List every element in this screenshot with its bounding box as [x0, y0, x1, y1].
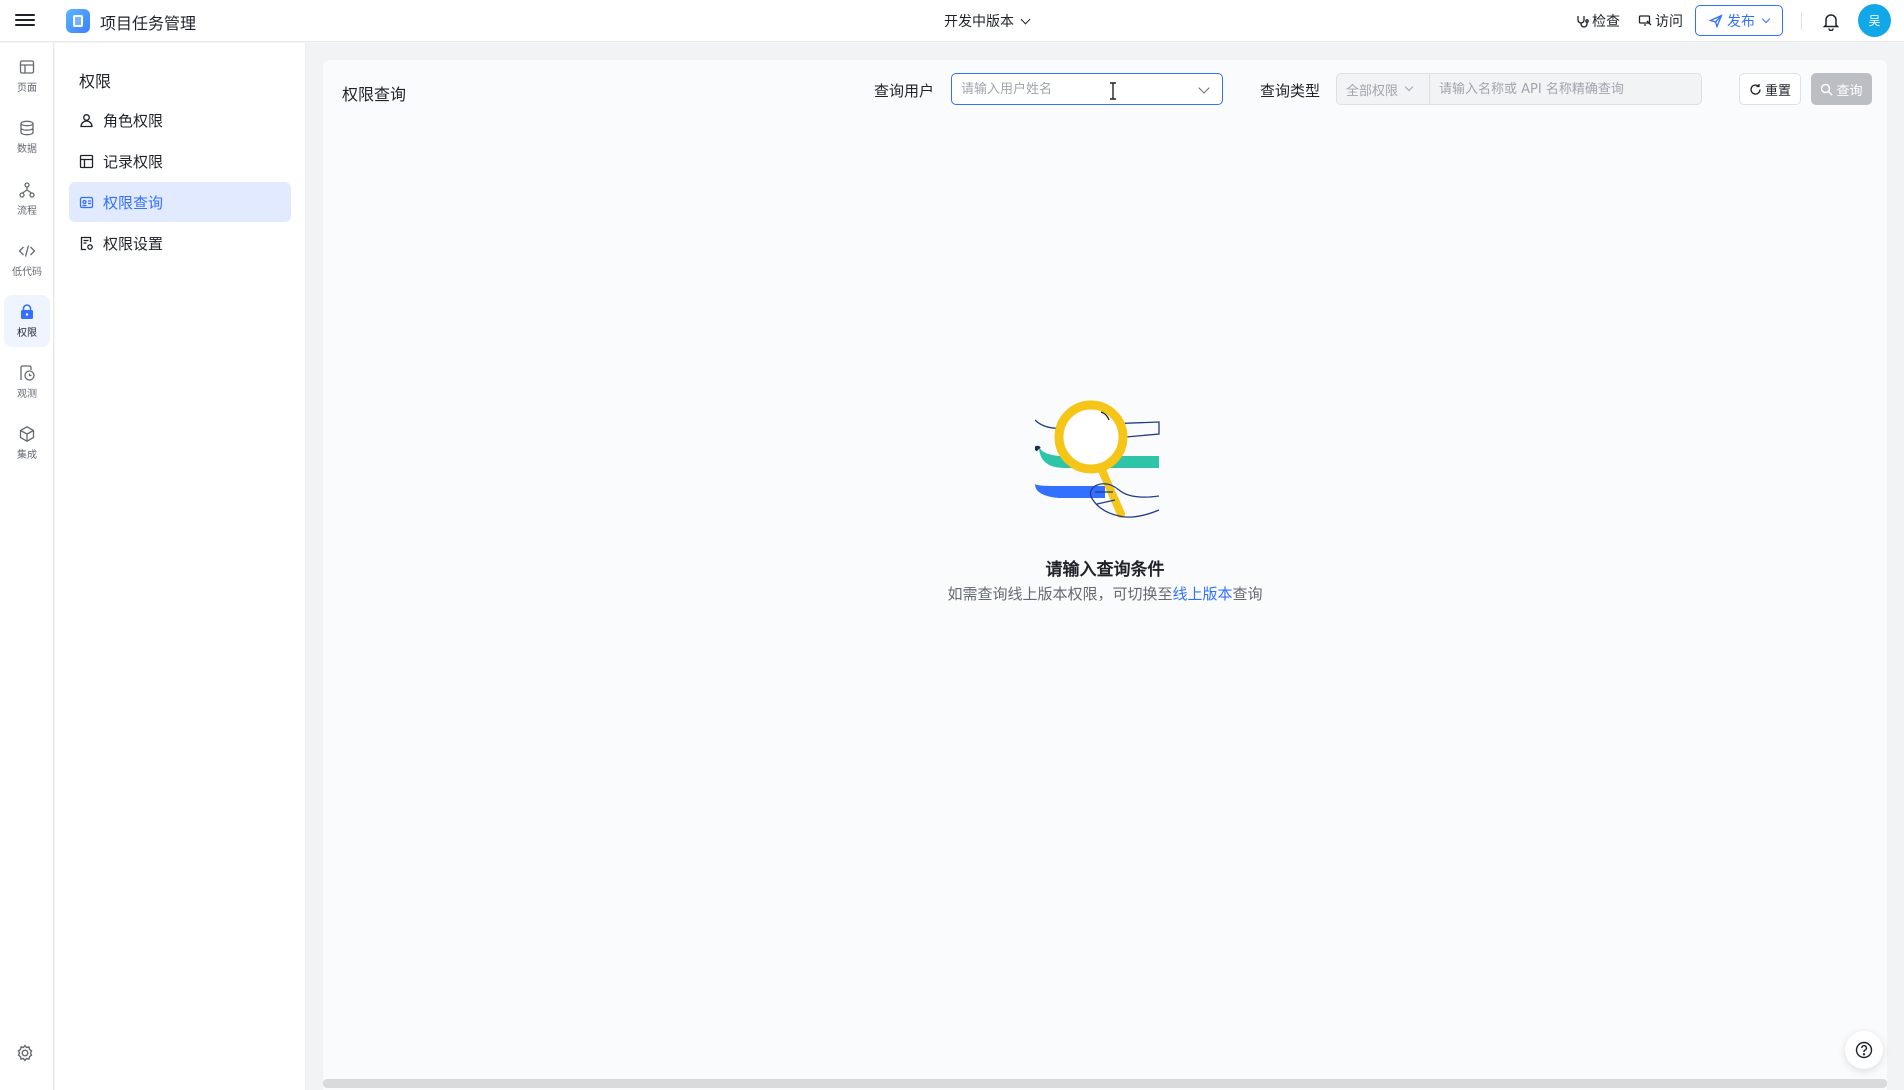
app-title: 项目任务管理 [100, 14, 197, 33]
visit-label: 访问 [1655, 14, 1683, 30]
monitor-icon [20, 365, 35, 381]
text-cursor-icon [1110, 82, 1116, 100]
type-select-value: 全部权限 [1346, 83, 1399, 99]
reset-button[interactable]: 重置 [1739, 73, 1801, 105]
rail-item-label: 权限 [17, 328, 37, 339]
permission-query-panel: 权限查询 查询用户 查询类型 全部权限 重置 查询 [323, 60, 1887, 1090]
publish-label: 发布 [1727, 13, 1755, 30]
left-rail: 页面 数据 流程 低代码 权限 观测 集成 [0, 43, 54, 1090]
subnav-item-label: 权限设置 [103, 234, 164, 253]
table-icon [79, 154, 94, 168]
page-title: 权限查询 [342, 85, 407, 104]
rail-item-label: 观测 [17, 389, 37, 400]
rail-item-label: 流程 [17, 206, 37, 217]
check-button[interactable]: 检查 [1575, 11, 1620, 31]
publish-button[interactable]: 发布 [1695, 5, 1783, 36]
subnav-item-label: 权限查询 [103, 193, 164, 212]
database-icon [20, 120, 34, 136]
subnav-item-role-permission[interactable]: 角色权限 [69, 100, 291, 140]
user-select[interactable] [951, 73, 1223, 105]
user-icon [80, 113, 93, 127]
rail-item-data[interactable]: 数据 [4, 111, 50, 163]
visit-icon [1638, 15, 1652, 26]
subnav-item-record-permission[interactable]: 记录权限 [69, 141, 291, 181]
reset-label: 重置 [1764, 83, 1791, 99]
rail-item-monitor[interactable]: 观测 [4, 356, 50, 408]
page-icon [19, 60, 35, 74]
subnav-title: 权限 [79, 72, 112, 91]
rail-item-label: 集成 [17, 450, 37, 461]
type-search-input[interactable] [1439, 81, 1701, 97]
rail-item-integration[interactable]: 集成 [4, 417, 50, 469]
help-button[interactable] [1845, 1031, 1883, 1069]
rail-item-flow[interactable]: 流程 [4, 173, 50, 225]
avatar[interactable]: 吴 [1858, 4, 1891, 37]
code-icon [18, 245, 36, 257]
rail-item-label: 页面 [17, 83, 37, 94]
type-search-field[interactable] [1430, 74, 1701, 104]
online-version-link[interactable]: 线上版本 [1172, 585, 1232, 603]
bell-icon[interactable] [1821, 11, 1841, 31]
query-type-group: 全部权限 [1336, 73, 1702, 105]
cube-icon [19, 426, 35, 442]
rail-item-lowcode[interactable]: 低代码 [4, 234, 50, 286]
search-icon [1821, 83, 1833, 95]
rail-item-permission[interactable]: 权限 [4, 295, 50, 347]
send-icon [1709, 13, 1723, 28]
menu-icon[interactable] [15, 11, 35, 29]
divider [1801, 12, 1802, 30]
secondary-nav: 权限 角色权限 记录权限 权限查询 权限设置 [55, 43, 306, 1090]
query-label: 查询 [1836, 83, 1863, 99]
chevron-down-icon [1198, 82, 1210, 94]
empty-description: 如需查询线上版本权限，可切换至线上版本查询 [323, 583, 1887, 604]
query-type-label: 查询类型 [1260, 82, 1321, 100]
subnav-item-label: 角色权限 [103, 111, 164, 130]
query-button[interactable]: 查询 [1811, 73, 1872, 105]
subnav-item-permission-query[interactable]: 权限查询 [69, 182, 291, 222]
flow-icon [19, 182, 35, 198]
rail-item-label: 低代码 [12, 267, 42, 278]
empty-title: 请输入查询条件 [1045, 560, 1165, 580]
rail-item-label: 数据 [17, 144, 37, 155]
visit-button[interactable]: 访问 [1638, 11, 1683, 31]
gear-icon[interactable] [15, 1043, 35, 1063]
empty-desc-prefix: 如需查询线上版本权限，可切换至 [947, 585, 1173, 603]
chevron-down-icon [1761, 14, 1771, 23]
empty-desc-suffix: 查询 [1232, 585, 1263, 603]
stethoscope-icon [1577, 16, 1589, 28]
check-label: 检查 [1592, 14, 1620, 30]
horizontal-scrollbar[interactable] [323, 1079, 1887, 1088]
version-label: 开发中版本 [944, 14, 1014, 30]
app-logo [66, 9, 90, 33]
settings-doc-icon [80, 236, 93, 250]
user-input[interactable] [961, 81, 1181, 97]
id-card-icon [79, 196, 94, 208]
magnifier-illustration [1035, 400, 1160, 518]
subnav-item-label: 记录权限 [103, 152, 164, 171]
version-switcher[interactable]: 开发中版本 [944, 11, 1031, 31]
question-icon [1855, 1041, 1873, 1059]
subnav-item-permission-settings[interactable]: 权限设置 [69, 223, 291, 263]
type-select[interactable]: 全部权限 [1337, 74, 1430, 104]
top-bar: 项目任务管理 开发中版本 检查 访问 发布 吴 [0, 0, 1904, 42]
chevron-down-icon [1404, 82, 1414, 92]
rail-item-pages[interactable]: 页面 [4, 50, 50, 102]
chevron-down-icon [1020, 14, 1031, 24]
query-user-label: 查询用户 [874, 82, 935, 100]
refresh-icon [1750, 83, 1761, 95]
lock-icon [21, 304, 33, 319]
